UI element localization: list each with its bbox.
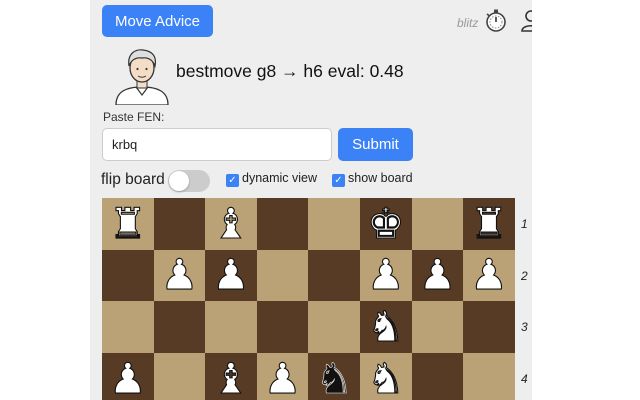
board-square[interactable] (205, 301, 257, 353)
board-square[interactable]: ♟ (463, 249, 515, 302)
flip-board-toggle[interactable] (168, 170, 210, 192)
board-square[interactable] (463, 352, 515, 400)
rank-label: 2 (521, 268, 528, 283)
mode-label: blitz (457, 16, 479, 30)
fen-input[interactable] (102, 128, 332, 161)
board-square[interactable] (153, 352, 206, 400)
chess-board[interactable]: ♜ ♝ ♚ ♜ ♟ ♟ ♟ ♟ ♟ ♞ ♟ ♝ ♟ ♞ ♞ (102, 198, 515, 400)
board-square[interactable]: ♞ (308, 352, 360, 400)
move-advice-button[interactable]: Move Advice (102, 5, 213, 37)
board-square[interactable] (256, 301, 309, 353)
board-square[interactable] (102, 301, 154, 353)
best-move-text: bestmove g8 → h6 eval: 0.48 (176, 61, 404, 81)
white-pawn-piece[interactable]: ♟ (418, 253, 457, 296)
rank-label: 1 (521, 217, 528, 231)
board-square[interactable]: ♜ (102, 198, 154, 250)
white-rook-piece[interactable]: ♜ (108, 202, 147, 245)
board-square[interactable] (102, 249, 154, 302)
rank-label: 4 (521, 371, 528, 386)
board-square[interactable]: ♚ (360, 198, 412, 250)
board-square[interactable] (463, 301, 515, 353)
board-square[interactable]: ♟ (205, 249, 257, 302)
white-knight-piece[interactable]: ♞ (366, 357, 405, 400)
flip-board-label: flip board (101, 171, 165, 188)
board-square[interactable]: ♞ (360, 301, 412, 353)
white-pawn-piece[interactable]: ♟ (366, 253, 405, 296)
board-square[interactable]: ♟ (153, 249, 206, 302)
board-square[interactable]: ♝ (205, 352, 257, 400)
rank-label: 3 (521, 320, 528, 335)
dynamic-view-label: dynamic view (242, 171, 318, 185)
board-square[interactable] (411, 198, 464, 250)
board-square[interactable] (256, 198, 309, 250)
show-board-checkbox[interactable]: ✓ (332, 174, 345, 187)
white-bishop-piece[interactable]: ♝ (212, 357, 251, 400)
board-square[interactable] (308, 198, 360, 250)
white-bishop-piece[interactable]: ♝ (212, 202, 251, 245)
chess-advisor-panel: Move Advice blitz bestmove g8 → h6 eval:… (90, 0, 532, 400)
board-square[interactable] (308, 249, 360, 302)
white-king-piece[interactable]: ♚ (366, 202, 405, 245)
white-rook-piece[interactable]: ♜ (470, 202, 509, 245)
board-square[interactable] (256, 249, 309, 302)
white-pawn-piece[interactable]: ♟ (160, 253, 199, 296)
show-board-label: show board (348, 171, 413, 185)
board-square[interactable]: ♜ (463, 198, 515, 250)
dynamic-view-checkbox[interactable]: ✓ (226, 174, 239, 187)
board-square[interactable]: ♟ (256, 352, 309, 400)
board-square[interactable] (308, 301, 360, 353)
board-square[interactable]: ♟ (360, 249, 412, 302)
white-pawn-piece[interactable]: ♟ (108, 357, 147, 400)
avatar (115, 49, 169, 105)
board-square[interactable] (411, 301, 464, 353)
white-pawn-piece[interactable]: ♟ (212, 253, 251, 296)
user-icon[interactable] (519, 8, 532, 32)
stopwatch-icon[interactable] (482, 7, 508, 33)
board-square[interactable]: ♝ (205, 198, 257, 250)
board-square[interactable] (153, 198, 206, 250)
board-square[interactable]: ♟ (411, 249, 464, 302)
fen-label: Paste FEN: (103, 110, 165, 124)
white-pawn-piece[interactable]: ♟ (470, 253, 509, 296)
board-square[interactable]: ♞ (360, 352, 412, 400)
board-square[interactable] (153, 301, 206, 353)
white-pawn-piece[interactable]: ♟ (263, 357, 302, 400)
toggle-knob (169, 171, 189, 191)
white-knight-piece[interactable]: ♞ (366, 305, 405, 348)
submit-button[interactable]: Submit (338, 128, 413, 161)
board-square[interactable]: ♟ (102, 352, 154, 400)
black-knight-piece[interactable]: ♞ (315, 357, 353, 400)
board-square[interactable] (411, 352, 464, 400)
